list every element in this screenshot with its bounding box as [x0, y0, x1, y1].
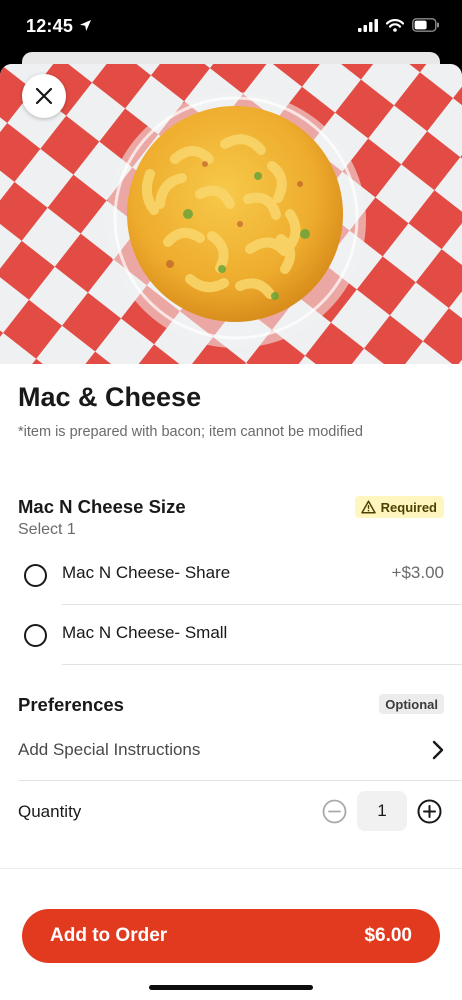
preferences-title: Preferences [18, 694, 124, 715]
warning-triangle-icon [360, 500, 376, 514]
close-icon [35, 87, 53, 105]
quantity-value: 1 [357, 791, 407, 831]
status-icons [358, 18, 440, 37]
option-price: +$3.00 [391, 563, 444, 582]
location-arrow-icon [79, 19, 92, 37]
order-total-price: $6.00 [364, 925, 412, 946]
add-to-order-button[interactable]: Add to Order $6.00 [22, 909, 440, 963]
option-label: Mac N Cheese- Small [62, 623, 228, 642]
special-instructions-row[interactable]: Add Special Instructions [0, 732, 462, 782]
status-bar: 12:45 [0, 0, 462, 56]
radio-button[interactable] [24, 564, 47, 587]
chevron-right-icon [432, 740, 444, 765]
signal-icon [358, 18, 378, 37]
special-instructions-label: Add Special Instructions [18, 740, 201, 759]
plus-circle-icon [417, 799, 442, 824]
mac-and-cheese-photo [0, 64, 462, 364]
add-to-order-label: Add to Order [50, 925, 168, 946]
home-indicator [149, 985, 313, 990]
required-badge: Required [354, 496, 444, 518]
wifi-icon [385, 18, 405, 37]
size-option-share[interactable]: Mac N Cheese- Share +$3.00 [0, 545, 462, 605]
item-title: Mac & Cheese [18, 382, 202, 412]
divider [18, 780, 462, 781]
item-detail-sheet: Mac & Cheese *item is prepared with baco… [0, 64, 462, 1000]
battery-icon [412, 18, 440, 37]
required-badge-label: Required [380, 499, 437, 515]
option-label: Mac N Cheese- Share [62, 563, 231, 582]
quantity-decrement-button[interactable] [322, 799, 347, 824]
size-section-title: Mac N Cheese Size [18, 496, 186, 517]
divider [0, 868, 462, 869]
radio-button[interactable] [24, 624, 47, 647]
minus-circle-icon [322, 799, 347, 824]
optional-badge: Optional [379, 694, 444, 714]
quantity-label: Quantity [18, 802, 82, 821]
status-time: 12:45 [26, 16, 74, 36]
size-section-subtitle: Select 1 [18, 521, 76, 538]
item-description: *item is prepared with bacon; item canno… [18, 424, 363, 440]
divider [62, 664, 462, 665]
size-option-small[interactable]: Mac N Cheese- Small [0, 605, 462, 665]
close-button[interactable] [22, 74, 66, 118]
quantity-increment-button[interactable] [417, 799, 442, 824]
